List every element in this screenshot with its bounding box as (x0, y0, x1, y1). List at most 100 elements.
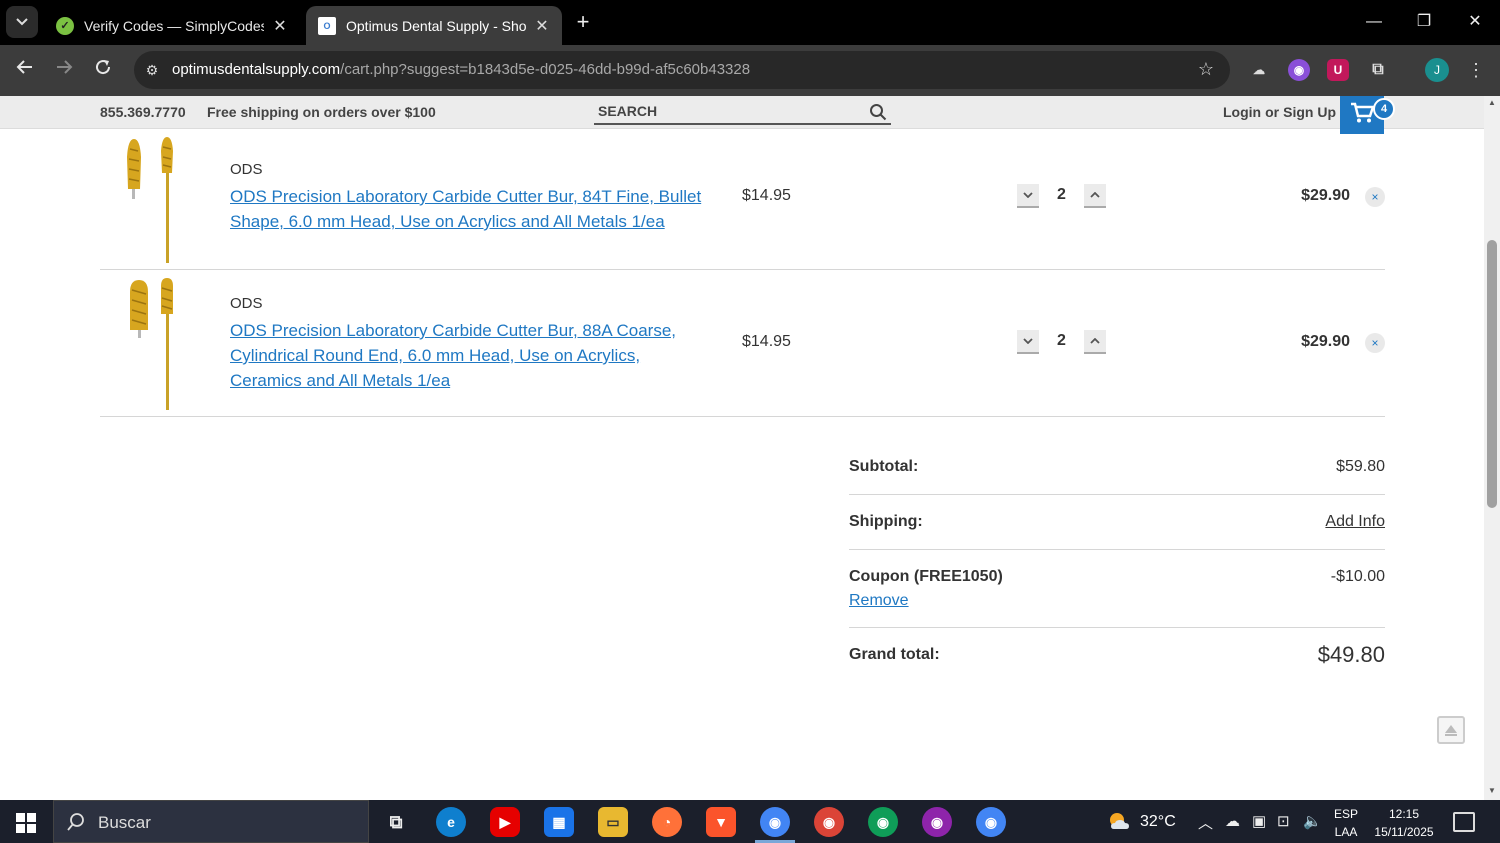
coupon-label: Coupon (FREE1050) (849, 568, 1003, 585)
purple-extension-icon[interactable]: ◉ (1288, 59, 1310, 81)
meet-now-icon[interactable]: ▣ (1252, 812, 1266, 830)
unit-price: $14.95 (742, 187, 791, 204)
system-clock[interactable]: 12:15 15/11/2025 (1370, 805, 1438, 841)
optimus-icon: O (318, 16, 336, 35)
edge-icon[interactable]: e (436, 807, 466, 837)
signup-link[interactable]: Sign Up (1283, 104, 1336, 120)
product-name-link[interactable]: ODS Precision Laboratory Carbide Cutter … (230, 184, 710, 234)
remove-item-icon[interactable]: × (1365, 187, 1385, 207)
reload-button[interactable] (89, 56, 117, 84)
increase-qty-button[interactable] (1084, 330, 1106, 354)
restore-button[interactable]: ❐ (1404, 8, 1444, 36)
weather-sun-cloud-icon[interactable] (1108, 811, 1132, 831)
shipping-label: Shipping: (849, 513, 923, 530)
volume-icon[interactable]: 🔈 (1303, 812, 1322, 830)
decrease-qty-button[interactable] (1017, 330, 1039, 354)
search-input[interactable] (598, 101, 858, 121)
add-shipping-info-link[interactable]: Add Info (1325, 513, 1385, 531)
order-totals: Subtotal: $59.80 Shipping: Add Info Coup… (849, 440, 1385, 688)
chevron-up-icon (1090, 337, 1100, 344)
task-view-icon[interactable]: ⧉ (381, 807, 411, 837)
minimize-button[interactable]: — (1354, 8, 1394, 36)
tab-search-button[interactable] (6, 6, 38, 38)
shipping-banner: Free shipping on orders over $100 (207, 104, 436, 120)
weather-temperature[interactable]: 32°C (1140, 813, 1176, 831)
close-window-button[interactable]: ✕ (1455, 8, 1495, 36)
scrollbar-thumb[interactable] (1487, 240, 1497, 508)
bookmark-star-icon[interactable]: ☆ (1198, 59, 1214, 80)
quantity-value[interactable]: 2 (1039, 186, 1084, 204)
back-to-top-button[interactable] (1437, 716, 1465, 744)
chrome-profile-2-icon[interactable]: ◉ (814, 807, 844, 837)
chrome-profile-3-icon[interactable]: ◉ (868, 807, 898, 837)
coupon-value: -$10.00 (1330, 568, 1385, 585)
close-tab-icon[interactable]: ✕ (534, 16, 550, 36)
chevron-down-icon (1023, 338, 1033, 345)
input-language[interactable]: ESP LAA (1334, 805, 1358, 841)
quantity-value[interactable]: 2 (1039, 332, 1084, 350)
chrome-profile-j-icon[interactable]: ◉ (760, 807, 790, 837)
cart-item-row: ODS ODS Precision Laboratory Carbide Cut… (100, 129, 1385, 270)
tab-optimus[interactable]: O Optimus Dental Supply - Shopp ✕ (306, 6, 562, 45)
windows-taskbar: Buscar ⧉ e ▶ ▦ ▭ ◔ ▼ ◉ ◉ ◉ ◉ ◉ (0, 800, 1500, 843)
back-button[interactable] (11, 56, 39, 84)
site-header: 855.369.7770 Free shipping on orders ove… (0, 96, 1484, 134)
grand-total-label: Grand total: (849, 646, 940, 663)
onedrive-cloud-icon[interactable]: ☁ (1225, 812, 1240, 830)
scroll-up-arrow-icon[interactable]: ▲ (1484, 96, 1500, 110)
subtotal-label: Subtotal: (849, 458, 919, 475)
simplycodes-icon: ✓ (56, 16, 74, 35)
grand-total-value: $49.80 (1317, 642, 1385, 667)
product-brand: ODS (230, 295, 263, 312)
product-image[interactable] (120, 278, 180, 412)
notification-center-icon[interactable] (1453, 812, 1475, 832)
subtotal-row: Subtotal: $59.80 (849, 440, 1385, 495)
decrease-qty-button[interactable] (1017, 184, 1039, 208)
cloud-extension-icon[interactable]: ☁ (1248, 59, 1270, 81)
quantity-stepper: 2 (1017, 330, 1107, 356)
product-name-link[interactable]: ODS Precision Laboratory Carbide Cutter … (230, 318, 710, 393)
firefox-icon[interactable]: ◔ (652, 807, 682, 837)
forward-button[interactable] (50, 56, 78, 84)
chrome-profile-4-icon[interactable]: ◉ (922, 807, 952, 837)
windows-logo-icon (16, 813, 25, 822)
search-icon[interactable] (869, 103, 887, 121)
shield-extension-icon[interactable]: U (1327, 59, 1349, 81)
site-search (594, 101, 891, 125)
brave-icon[interactable]: ▼ (706, 807, 736, 837)
subtotal-value: $59.80 (1336, 458, 1385, 475)
new-tab-button[interactable]: + (570, 10, 596, 36)
youtube-icon[interactable]: ▶ (490, 807, 520, 837)
browser-toolbar: ⚙ optimusdentalsupply.com/cart.php?sugge… (0, 45, 1500, 96)
tab-simplycodes[interactable]: ✓ Verify Codes — SimplyCodes ✕ (44, 6, 300, 45)
chevron-up-icon (1090, 191, 1100, 198)
show-hidden-icons-chevron-icon[interactable]: ︿ (1198, 812, 1213, 833)
account-links: Login or Sign Up (1223, 104, 1336, 120)
store-icon[interactable]: ▦ (544, 807, 574, 837)
address-bar[interactable]: ⚙ optimusdentalsupply.com/cart.php?sugge… (134, 51, 1230, 89)
product-brand: ODS (230, 161, 263, 178)
taskbar-search-placeholder: Buscar (98, 813, 151, 832)
taskbar-search[interactable]: Buscar (53, 800, 369, 843)
start-button[interactable] (0, 800, 52, 843)
chrome-profile-5-icon[interactable]: ◉ (976, 807, 1006, 837)
extensions-puzzle-icon[interactable]: ⧉ (1367, 59, 1389, 81)
scroll-down-arrow-icon[interactable]: ▼ (1484, 784, 1500, 798)
product-image[interactable] (120, 137, 180, 265)
line-total: $29.90 (1301, 333, 1350, 350)
line-total: $29.90 (1301, 187, 1350, 204)
site-info-icon[interactable]: ⚙ (142, 60, 162, 80)
cart-count-badge: 4 (1373, 98, 1395, 120)
profile-avatar[interactable]: J (1425, 58, 1449, 82)
forward-arrow-icon (57, 60, 73, 74)
increase-qty-button[interactable] (1084, 184, 1106, 208)
phone-number[interactable]: 855.369.7770 (100, 104, 186, 120)
login-link[interactable]: Login (1223, 104, 1261, 120)
browser-menu-icon[interactable]: ⋮ (1466, 58, 1486, 82)
remove-item-icon[interactable]: × (1365, 333, 1385, 353)
close-tab-icon[interactable]: ✕ (272, 16, 288, 36)
chevron-down-icon (1023, 192, 1033, 199)
remove-coupon-link[interactable]: Remove (849, 592, 909, 610)
file-explorer-icon[interactable]: ▭ (598, 807, 628, 837)
network-icon[interactable]: ⊡ (1277, 812, 1290, 830)
